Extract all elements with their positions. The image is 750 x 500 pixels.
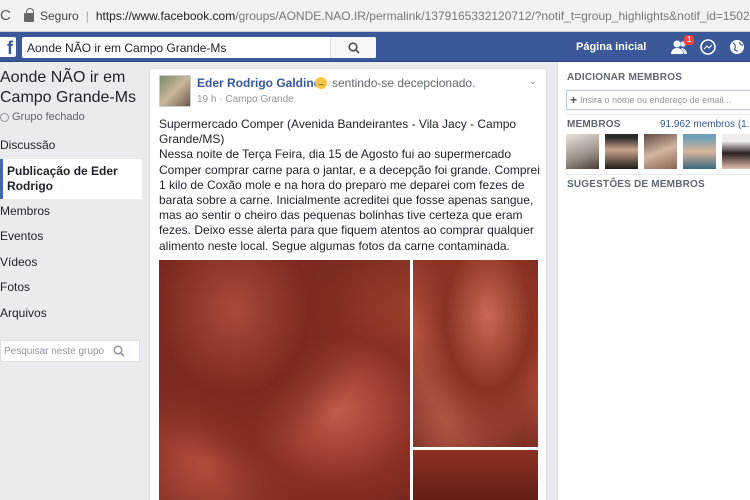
post-options-chevron-icon[interactable]: ⌄ <box>529 76 537 87</box>
facebook-top-bar: f Página inicial 1 <box>0 32 750 62</box>
right-sidebar: ADICIONAR MEMBROS + MEMBROS 91.962 membr… <box>557 62 750 500</box>
browser-address-bar[interactable]: C Seguro | https://www.facebook.com/grou… <box>0 0 750 32</box>
nav-item-files[interactable]: Arquivos <box>0 301 148 327</box>
group-nav-list: Discussão Publicação de Eder Rodrigo Mem… <box>0 133 148 326</box>
post-feeling: sentindo-se decepcionado. <box>315 76 475 90</box>
search-icon <box>347 41 360 54</box>
member-thumbnail[interactable] <box>566 134 599 169</box>
globe-icon <box>0 112 9 122</box>
nav-item-photos[interactable]: Fotos <box>0 275 148 301</box>
facebook-logo-icon[interactable]: f <box>0 37 16 57</box>
url-separator: | <box>85 8 89 23</box>
group-search-input[interactable] <box>1 345 113 357</box>
secure-label: Seguro <box>40 8 79 23</box>
group-left-nav: Aonde NÃO ir em Campo Grande-Ms Grupo fe… <box>0 62 148 362</box>
add-members-input[interactable] <box>580 95 750 105</box>
post-photos <box>159 260 539 500</box>
disappointed-emoji-icon <box>315 77 327 89</box>
group-privacy: Grupo fechado <box>0 111 148 123</box>
url-text[interactable]: https://www.facebook.com/groups/AONDE.NA… <box>96 9 750 23</box>
nav-item-members[interactable]: Membros <box>0 199 148 225</box>
post-photo-1[interactable] <box>159 260 410 500</box>
facebook-search-input[interactable] <box>22 37 322 58</box>
member-thumbnail[interactable] <box>683 134 716 169</box>
members-count[interactable]: 91.962 membros (1.0 <box>660 119 750 130</box>
url-host: https://www.facebook.com <box>95 8 236 23</box>
post-location[interactable]: Campo Grande <box>225 94 293 105</box>
post-body: Supermercado Comper (Avenida Bandeirante… <box>159 117 541 254</box>
globe-notifications-icon[interactable] <box>728 39 746 55</box>
post-meta: 19 h · Campo Grande <box>197 94 294 105</box>
member-thumbnail[interactable] <box>722 134 750 169</box>
post-feeling-text: sentindo-se decepcionado. <box>332 76 476 90</box>
member-thumbnail[interactable] <box>644 134 677 169</box>
group-search-box <box>0 340 140 362</box>
lock-icon <box>24 8 34 22</box>
member-thumbnail[interactable] <box>605 134 638 169</box>
post-time[interactable]: 19 h <box>197 94 216 105</box>
url-path: /groups/AONDE.NAO.IR/permalink/137916533… <box>235 8 750 23</box>
plus-icon: + <box>570 93 578 107</box>
nav-item-videos[interactable]: Vídeos <box>0 250 148 276</box>
friend-requests-badge: 1 <box>684 35 695 45</box>
add-members-field: + <box>566 90 750 110</box>
messenger-icon[interactable] <box>699 39 717 55</box>
post-paragraph-body: Nessa noite de Terça Feira, dia 15 de Ag… <box>159 147 540 253</box>
member-thumbnails <box>566 134 750 169</box>
reload-icon[interactable]: C <box>0 7 14 24</box>
search-button[interactable] <box>330 37 376 58</box>
post-author[interactable]: Eder Rodrigo Galdino <box>197 76 321 90</box>
home-link[interactable]: Página inicial <box>576 41 646 53</box>
group-name[interactable]: Aonde NÃO ir em Campo Grande-Ms <box>0 68 148 108</box>
post-paragraph-title: Supermercado Comper (Avenida Bandeirante… <box>159 117 517 147</box>
post-photo-3[interactable] <box>413 450 538 500</box>
post-photo-2[interactable] <box>413 260 538 447</box>
divider <box>566 174 750 175</box>
author-avatar[interactable] <box>159 75 191 107</box>
member-suggestions-title: SUGESTÕES DE MEMBROS <box>567 179 705 190</box>
search-icon[interactable] <box>113 345 125 357</box>
facebook-search-box <box>22 37 376 58</box>
nav-item-post[interactable]: Publicação de Eder Rodrigo <box>0 158 142 199</box>
post-card: Eder Rodrigo Galdino sentindo-se decepci… <box>149 68 547 500</box>
members-title: MEMBROS <box>567 119 621 130</box>
nav-item-events[interactable]: Eventos <box>0 224 148 250</box>
nav-item-discussion[interactable]: Discussão <box>0 133 148 159</box>
group-privacy-label: Grupo fechado <box>12 111 85 123</box>
divider <box>566 114 750 115</box>
add-members-title: ADICIONAR MEMBROS <box>567 72 683 83</box>
